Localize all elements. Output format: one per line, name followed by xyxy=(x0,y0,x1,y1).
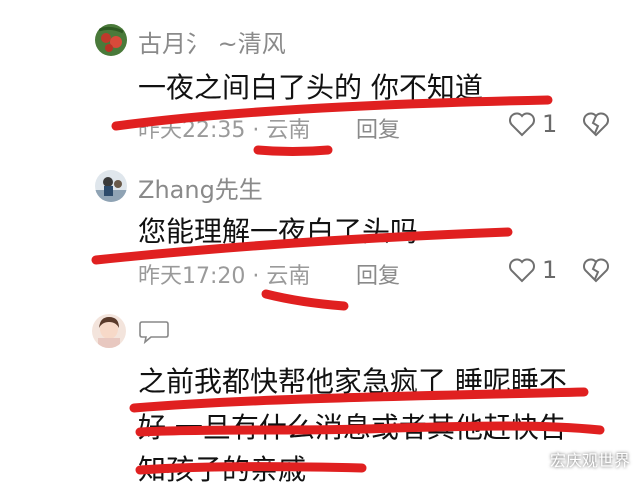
speech-bubble-icon xyxy=(139,321,169,345)
comment-text-line: 好 一旦有什么消息或者其他赶快告 xyxy=(138,411,567,444)
comment-text-line: 知孩子的亲戚 xyxy=(138,453,307,483)
comment-thread: 古月氵 ~清风 一夜之间白了头的 你不知道 昨天22:35 · 云南 回复 1 xyxy=(0,0,640,483)
avatar[interactable] xyxy=(92,314,126,348)
comment-text-line: 之前我都快帮他家急疯了 睡呢睡不 xyxy=(138,365,567,398)
comment-item: 之前我都快帮他家急疯了 睡呢睡不 好 一旦有什么消息或者其他赶快告 知孩子的亲戚 xyxy=(0,0,640,483)
watermark: 宏庆观世界 xyxy=(549,451,630,470)
